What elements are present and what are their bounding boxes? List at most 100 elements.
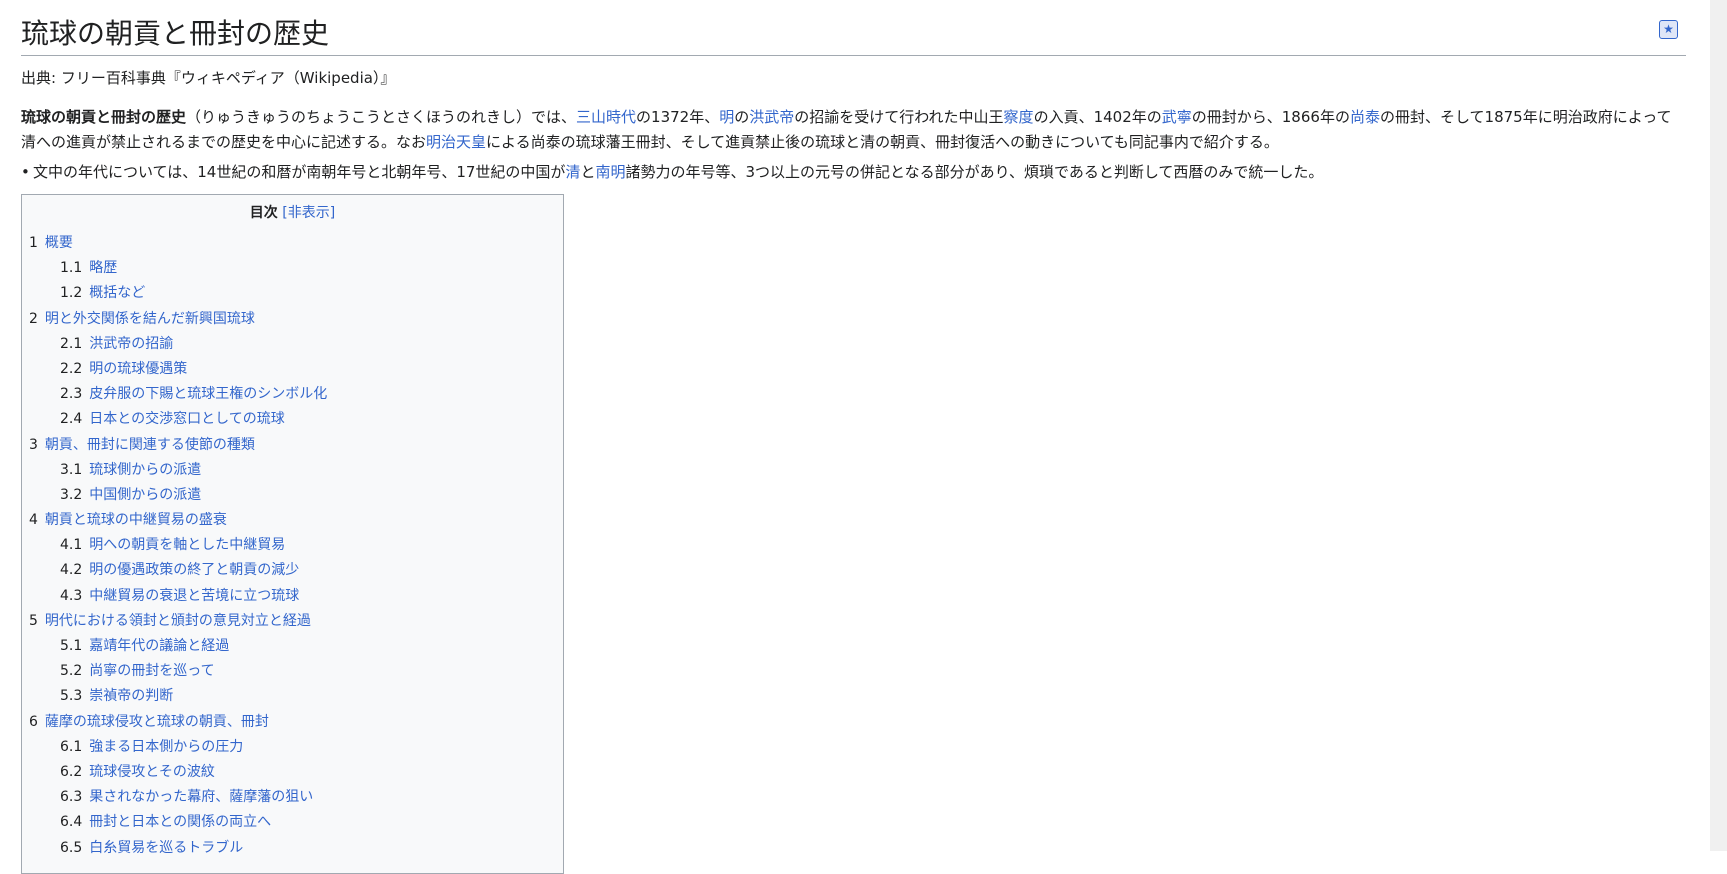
toc-item[interactable]: 4.1 明への朝貢を軸とした中継貿易 <box>22 533 563 558</box>
toc-item-text[interactable]: 明代における領封と頒封の意見対立と経過 <box>45 613 311 629</box>
link-satto[interactable]: 察度 <box>1004 108 1034 126</box>
toc-item-number: 5.3 <box>60 688 83 705</box>
toc-item-number: 4.1 <box>60 537 83 554</box>
table-of-contents: 目次 [非表示] 1 概要 1.1 略歴 1.2 概括など 2 明と外交関係を結んだ新興国琉球… <box>21 194 564 874</box>
toc-item[interactable]: 4.2 明の優遇政策の終了と朝貢の減少 <box>22 558 563 583</box>
lead-text: （りゅうきゅうのちょうこうとさくほうのれきし）では、 <box>186 108 577 126</box>
toc-item[interactable]: 3.1 琉球側からの派遣 <box>22 458 563 483</box>
page-title: 琉球の朝貢と冊封の歴史 <box>21 0 1686 56</box>
toc-item-number: 6.4 <box>60 814 83 831</box>
toc-toggle-link[interactable]: [非表示] <box>282 205 335 221</box>
toc-item-number: 1.2 <box>60 285 83 302</box>
toc-item-text[interactable]: 中国側からの派遣 <box>89 487 201 503</box>
toc-item[interactable]: 5.2 尚寧の冊封を巡って <box>22 659 563 684</box>
toc-item-text[interactable]: 概要 <box>45 235 73 251</box>
link-sanzan-jidai[interactable]: 三山時代 <box>576 108 636 126</box>
toc-item-text[interactable]: 洪武帝の招諭 <box>89 336 173 352</box>
toc-item-number: 6.5 <box>60 839 83 856</box>
toc-item[interactable]: 4.3 中継貿易の衰退と苦境に立つ琉球 <box>22 584 563 609</box>
toc-item-number: 4.3 <box>60 587 83 604</box>
toc-item[interactable]: 6.3 果されなかった幕府、薩摩藩の狙い <box>22 785 563 810</box>
toc-item-text[interactable]: 明の琉球優遇策 <box>89 361 187 377</box>
toc-item-number: 2.2 <box>60 360 83 377</box>
toc-item[interactable]: 3 朝貢、冊封に関連する使節の種類 <box>22 433 563 458</box>
toc-item-number: 1.1 <box>60 260 83 277</box>
toc-item[interactable]: 2 明と外交関係を結んだ新興国琉球 <box>22 307 563 332</box>
toc-item-text[interactable]: 皮弁服の下賜と琉球王権のシンボル化 <box>89 386 327 402</box>
toc-item[interactable]: 2.1 洪武帝の招諭 <box>22 332 563 357</box>
toc-item[interactable]: 2.4 日本との交渉窓口としての琉球 <box>22 407 563 432</box>
toc-item[interactable]: 3.2 中国側からの派遣 <box>22 483 563 508</box>
toc-item-text[interactable]: 朝貢と琉球の中継貿易の盛衰 <box>45 512 227 528</box>
toc-item-number: 2.4 <box>60 411 83 428</box>
link-bunei[interactable]: 武寧 <box>1162 108 1192 126</box>
toc-item-number: 5 <box>29 612 38 629</box>
toc-item[interactable]: 5 明代における領封と頒封の意見対立と経過 <box>22 609 563 634</box>
toc-item-number: 1 <box>29 235 38 251</box>
lead-text: の冊封から、1866年の <box>1191 108 1350 126</box>
lead-paragraph: 琉球の朝貢と冊封の歴史（りゅうきゅうのちょうこうとさくほうのれきし）では、三山時… <box>21 105 1686 155</box>
toc-item-text[interactable]: 日本との交渉窓口としての琉球 <box>89 411 284 427</box>
article-content: 琉球の朝貢と冊封の歴史 ★ 出典: フリー百科事典『ウィキペディア（Wikipe… <box>21 0 1686 874</box>
lead-text: の1372年、 <box>636 108 720 126</box>
toc-item[interactable]: 1 概要 <box>22 231 563 256</box>
toc-item-number: 6.1 <box>60 738 83 755</box>
toc-item-number: 2.3 <box>60 386 83 403</box>
toc-item[interactable]: 2.3 皮弁服の下賜と琉球王権のシンボル化 <box>22 382 563 407</box>
toc-item[interactable]: 1.1 略歴 <box>22 256 563 281</box>
toc-header: 目次 [非表示] <box>22 203 563 223</box>
toc-item[interactable]: 6.4 冊封と日本との関係の両立へ <box>22 810 563 835</box>
lead-text: の入貢、1402年の <box>1033 108 1162 126</box>
link-qing[interactable]: 清 <box>565 163 580 181</box>
toc-item-number: 2 <box>29 310 38 327</box>
toc-item-text[interactable]: 尚寧の冊封を巡って <box>89 663 214 679</box>
toc-item-text[interactable]: 明への朝貢を軸とした中継貿易 <box>89 537 285 553</box>
toc-item[interactable]: 5.3 崇禎帝の判断 <box>22 684 563 709</box>
toc-item-text[interactable]: 嘉靖年代の議論と経過 <box>89 638 229 654</box>
scrollbar[interactable] <box>1710 0 1727 851</box>
lead-text: の招諭を受けて行われた中山王 <box>794 108 1004 126</box>
lead-bold-title: 琉球の朝貢と冊封の歴史 <box>21 108 187 126</box>
link-hongwu-emperor[interactable]: 洪武帝 <box>749 108 794 126</box>
toc-item-text[interactable]: 概括など <box>89 285 145 301</box>
site-subtitle: 出典: フリー百科事典『ウィキペディア（Wikipedia）』 <box>21 69 396 87</box>
toc-item-text[interactable]: 強まる日本側からの圧力 <box>89 739 243 755</box>
toc-item-text[interactable]: 白糸貿易を巡るトラブル <box>89 840 243 856</box>
link-sho-tai[interactable]: 尚泰 <box>1350 108 1380 126</box>
toc-item-number: 5.2 <box>60 663 83 680</box>
toc-item-text[interactable]: 崇禎帝の判断 <box>89 688 173 704</box>
toc-item-text[interactable]: 中継貿易の衰退と苦境に立つ琉球 <box>89 588 299 604</box>
toc-item-text[interactable]: 琉球侵攻とその波紋 <box>89 764 215 780</box>
toc-item-text[interactable]: 琉球側からの派遣 <box>89 462 201 478</box>
toc-item-number: 4 <box>29 512 38 529</box>
toc-item-text[interactable]: 冊封と日本との関係の両立へ <box>89 814 271 830</box>
toc-item[interactable]: 6 薩摩の琉球侵攻と琉球の朝貢、冊封 <box>22 710 563 735</box>
lead-text: による尚泰の琉球藩王冊封、そして進貢禁止後の琉球と清の朝貢、冊封復活への動きにつ… <box>486 133 1279 151</box>
toc-item-text[interactable]: 薩摩の琉球侵攻と琉球の朝貢、冊封 <box>45 714 269 730</box>
toc-item[interactable]: 1.2 概括など <box>22 281 563 306</box>
link-southern-ming[interactable]: 南明 <box>595 163 625 181</box>
note-text: 文中の年代については、14世紀の和暦が南朝年号と北朝年号、17世紀の中国が <box>33 163 566 181</box>
toc-item-number: 4.2 <box>60 562 83 579</box>
toc-item[interactable]: 5.1 嘉靖年代の議論と経過 <box>22 634 563 659</box>
toc-item-number: 6.3 <box>60 789 83 806</box>
watch-star-icon[interactable]: ★ <box>1659 20 1678 39</box>
toc-item[interactable]: 4 朝貢と琉球の中継貿易の盛衰 <box>22 508 563 533</box>
toc-item-text[interactable]: 果されなかった幕府、薩摩藩の狙い <box>89 789 313 805</box>
toc-item-number: 3 <box>29 436 38 453</box>
toc-item-number: 3.1 <box>60 461 83 478</box>
toc-item-text[interactable]: 略歴 <box>89 260 117 276</box>
toc-item[interactable]: 6.5 白糸貿易を巡るトラブル <box>22 836 563 861</box>
toc-title: 目次 <box>249 205 278 221</box>
toc-item-text[interactable]: 明の優遇政策の終了と朝貢の減少 <box>89 562 299 578</box>
toc-item[interactable]: 6.1 強まる日本側からの圧力 <box>22 735 563 760</box>
toc-list: 1 概要 1.1 略歴 1.2 概括など 2 明と外交関係を結んだ新興国琉球 2.1 洪武帝の招諭… <box>22 231 563 861</box>
toc-item[interactable]: 2.2 明の琉球優遇策 <box>22 357 563 382</box>
link-ming[interactable]: 明 <box>719 108 734 126</box>
toc-item-number: 3.2 <box>60 486 83 503</box>
link-meiji-emperor[interactable]: 明治天皇 <box>426 133 486 151</box>
toc-item-text[interactable]: 朝貢、冊封に関連する使節の種類 <box>45 437 255 453</box>
toc-item-number: 6.2 <box>60 763 83 780</box>
toc-item-text[interactable]: 明と外交関係を結んだ新興国琉球 <box>45 311 255 327</box>
toc-item[interactable]: 6.2 琉球侵攻とその波紋 <box>22 760 563 785</box>
